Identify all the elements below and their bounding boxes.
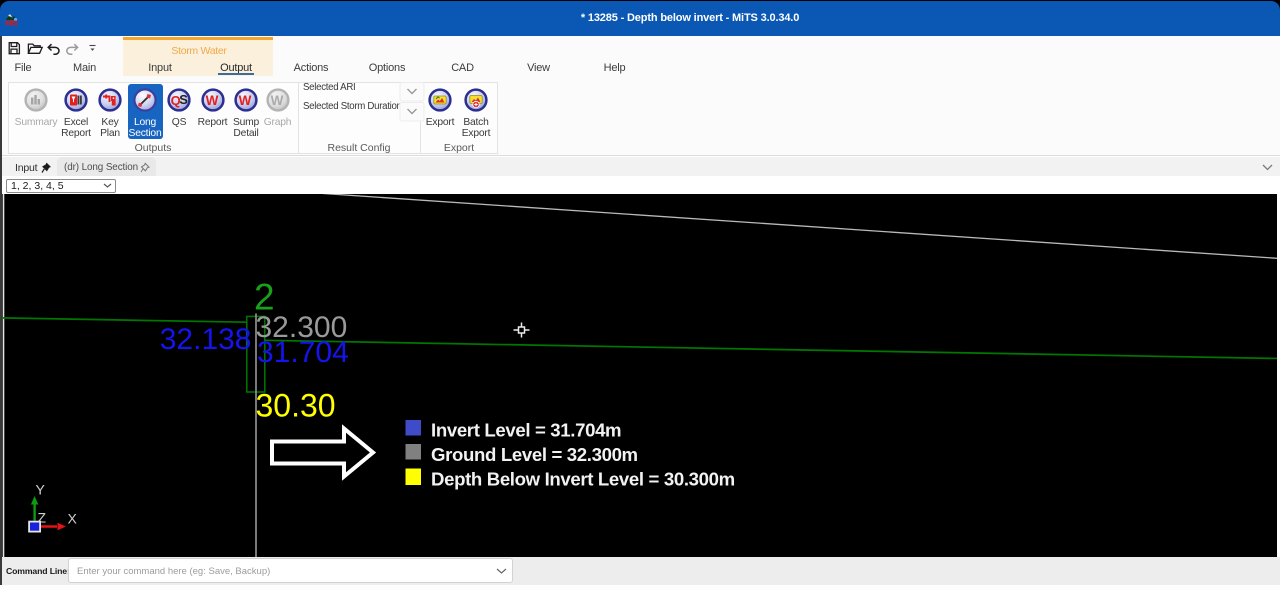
svg-text:X: X: [68, 510, 78, 526]
svg-text:30.30: 30.30: [256, 387, 336, 423]
svg-text:Invert Level = 31.704m: Invert Level = 31.704m: [431, 419, 621, 440]
svg-text:W: W: [205, 92, 218, 107]
svg-text:Ground Level = 32.300m: Ground Level = 32.300m: [431, 444, 638, 465]
svg-text:31.704: 31.704: [257, 336, 349, 369]
svg-text:Depth Below Invert Level = 30.: Depth Below Invert Level = 30.300m: [431, 468, 735, 489]
svg-text:32.138: 32.138: [160, 323, 252, 356]
svg-text:S: S: [179, 92, 188, 107]
svg-text:MiTS: MiTS: [5, 19, 18, 27]
svg-text:W: W: [270, 92, 283, 107]
svg-text:Y: Y: [36, 481, 46, 497]
svg-text:W: W: [239, 92, 252, 107]
